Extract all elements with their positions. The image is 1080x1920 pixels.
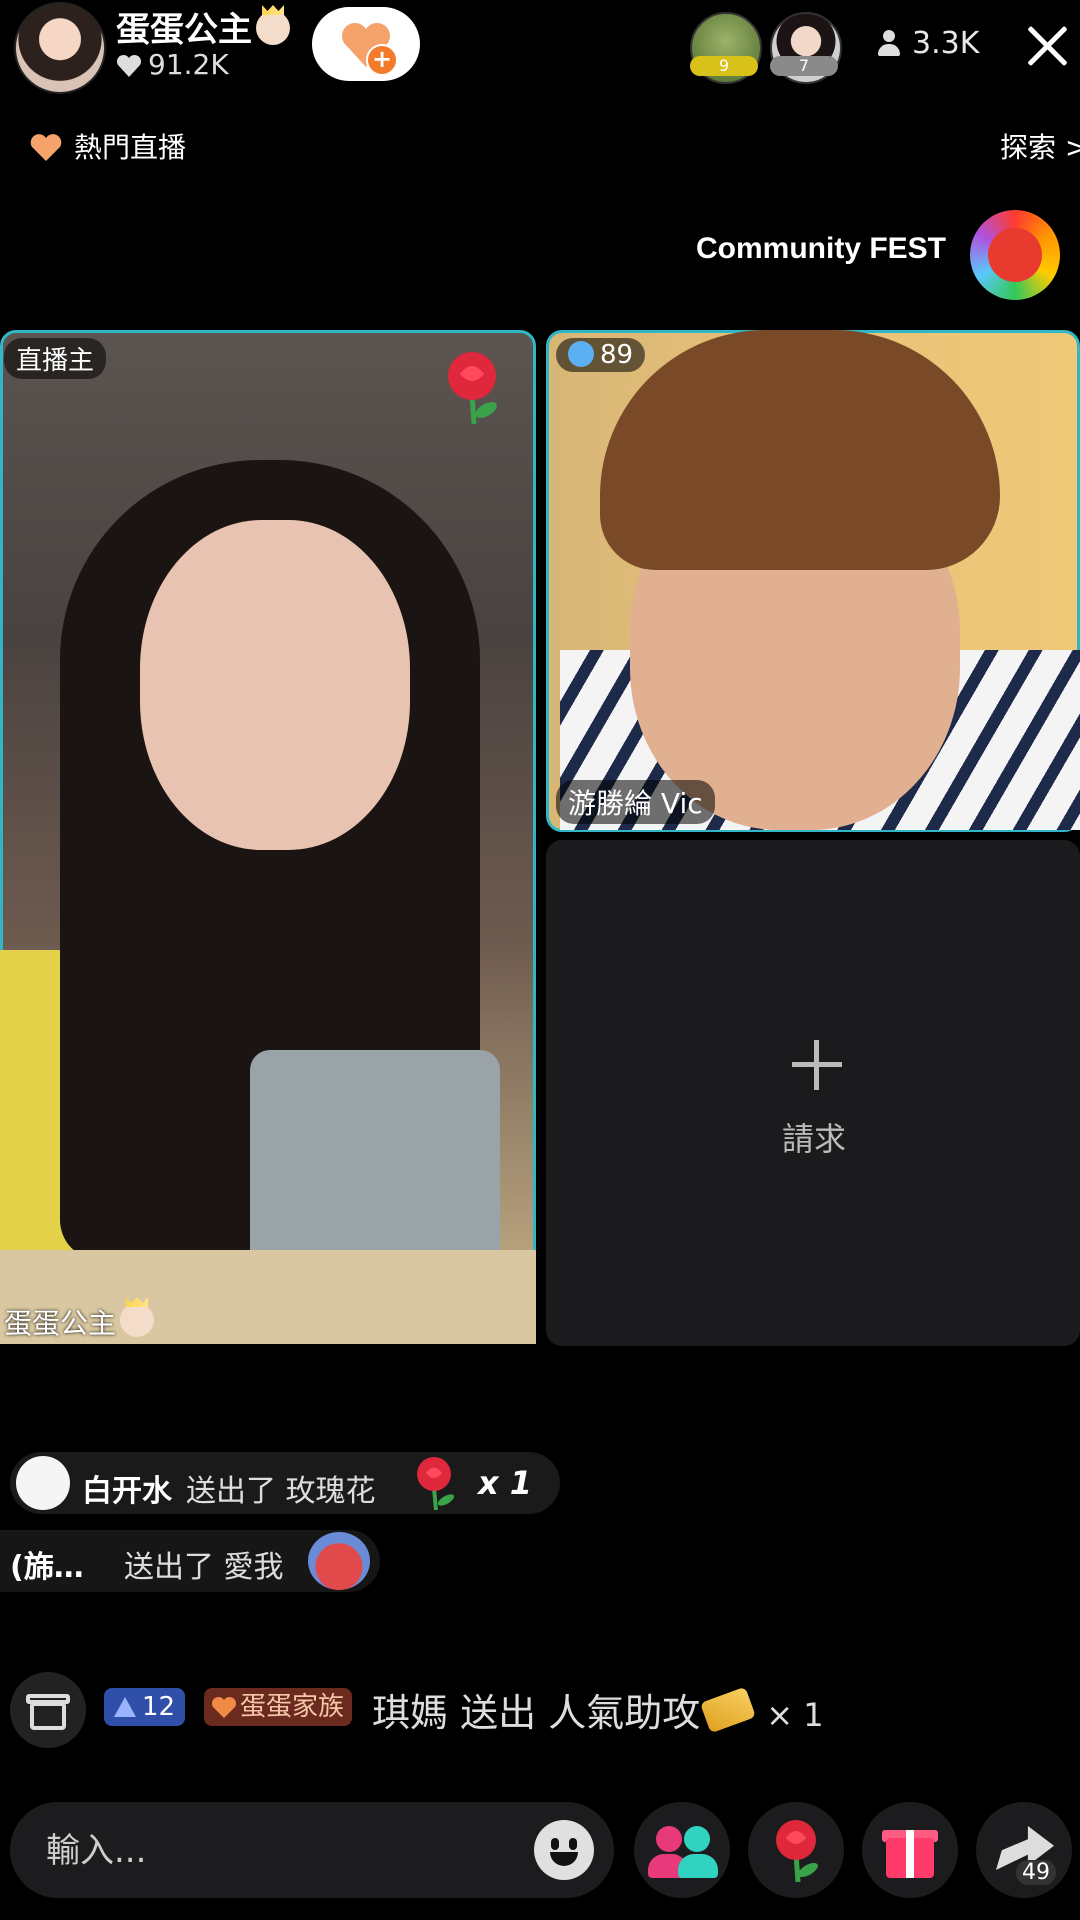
gift-action-text: 送出了 玫瑰花 bbox=[186, 1474, 376, 1509]
comment-input[interactable] bbox=[44, 1820, 518, 1882]
gift-sender-name[interactable]: 琪媽 bbox=[372, 1691, 448, 1735]
host-likes-count: 91.2K bbox=[148, 48, 229, 81]
user-level-badge: 12 bbox=[104, 1688, 186, 1726]
close-button[interactable] bbox=[1024, 22, 1070, 68]
hot-live-link[interactable]: 熱門直播 bbox=[30, 126, 186, 166]
rose-gift-button[interactable] bbox=[748, 1802, 844, 1898]
explore-link[interactable]: 探索 > bbox=[1000, 126, 1080, 166]
fan-club-badge: 蛋蛋家族 bbox=[204, 1688, 353, 1726]
guest-name[interactable]: 游勝綸 Vic bbox=[556, 780, 715, 824]
top-viewer-rank: 7 bbox=[770, 56, 838, 76]
follow-button[interactable] bbox=[312, 7, 420, 81]
request-label: 請求 bbox=[782, 1120, 847, 1158]
viewer-count[interactable]: 3.3K bbox=[878, 26, 979, 61]
host-video-body bbox=[250, 1050, 500, 1270]
sender-avatar[interactable] bbox=[16, 1456, 70, 1510]
crown-emoji-icon bbox=[120, 1303, 155, 1337]
host-video-face bbox=[140, 520, 410, 850]
community-fest-logo[interactable] bbox=[970, 210, 1060, 300]
gift-sender-name[interactable]: 白开水 bbox=[82, 1466, 172, 1510]
multi-guest-icon bbox=[656, 1826, 682, 1852]
host-panel-name-text: 蛋蛋公主 bbox=[4, 1307, 117, 1340]
level-icon bbox=[568, 341, 594, 367]
request-join-panel[interactable] bbox=[546, 840, 1080, 1346]
level-icon bbox=[114, 1697, 136, 1717]
multi-guest-button[interactable] bbox=[634, 1802, 730, 1898]
share-count: 49 bbox=[1016, 1860, 1056, 1885]
host-name-text: 蛋蛋公主 bbox=[116, 10, 252, 50]
gift-box-icon[interactable] bbox=[10, 1672, 86, 1748]
viewer-count-text: 3.3K bbox=[912, 26, 980, 61]
guest-level-badge: 89 bbox=[556, 338, 646, 372]
gift-count: x 1 bbox=[478, 1464, 533, 1502]
host-role-badge: 直播主 bbox=[4, 338, 107, 379]
plus-icon bbox=[792, 1040, 842, 1090]
rose-icon bbox=[776, 1820, 818, 1883]
host-likes: 91.2K bbox=[116, 48, 229, 81]
heart-icon bbox=[212, 1696, 236, 1718]
person-icon bbox=[878, 30, 900, 56]
crown-emoji-icon bbox=[256, 11, 290, 45]
hot-live-label: 熱門直播 bbox=[74, 131, 187, 164]
gift-sender-name[interactable]: (旆… bbox=[10, 1542, 84, 1586]
heart-icon bbox=[30, 133, 62, 161]
gift-action-text: 送出了 愛我 bbox=[124, 1550, 284, 1585]
gift-count: × 1 bbox=[766, 1696, 824, 1734]
host-avatar[interactable] bbox=[14, 2, 106, 94]
gift-button[interactable] bbox=[862, 1802, 958, 1898]
top-viewer-rank: 9 bbox=[690, 56, 758, 76]
gift-action-text: 送出 人氣助攻 bbox=[460, 1691, 701, 1735]
popular-gift-icon bbox=[700, 1686, 757, 1734]
community-fest-label[interactable]: Community FEST bbox=[696, 232, 946, 266]
host-name[interactable]: 蛋蛋公主 bbox=[116, 2, 290, 51]
rose-icon bbox=[417, 1457, 455, 1511]
host-panel-name: 蛋蛋公主 bbox=[4, 1302, 155, 1342]
fan-club-text: 蛋蛋家族 bbox=[240, 1692, 345, 1722]
emoji-icon[interactable] bbox=[534, 1820, 594, 1880]
gift-system-message: 琪媽 送出 人氣助攻 × 1 bbox=[372, 1682, 824, 1737]
guest-level-text: 89 bbox=[600, 340, 634, 370]
heart-icon bbox=[116, 53, 142, 77]
rose-icon bbox=[448, 352, 497, 425]
love-gift-icon bbox=[308, 1532, 370, 1590]
add-follow-icon[interactable]: + bbox=[366, 44, 398, 76]
user-level-text: 12 bbox=[142, 1692, 176, 1722]
